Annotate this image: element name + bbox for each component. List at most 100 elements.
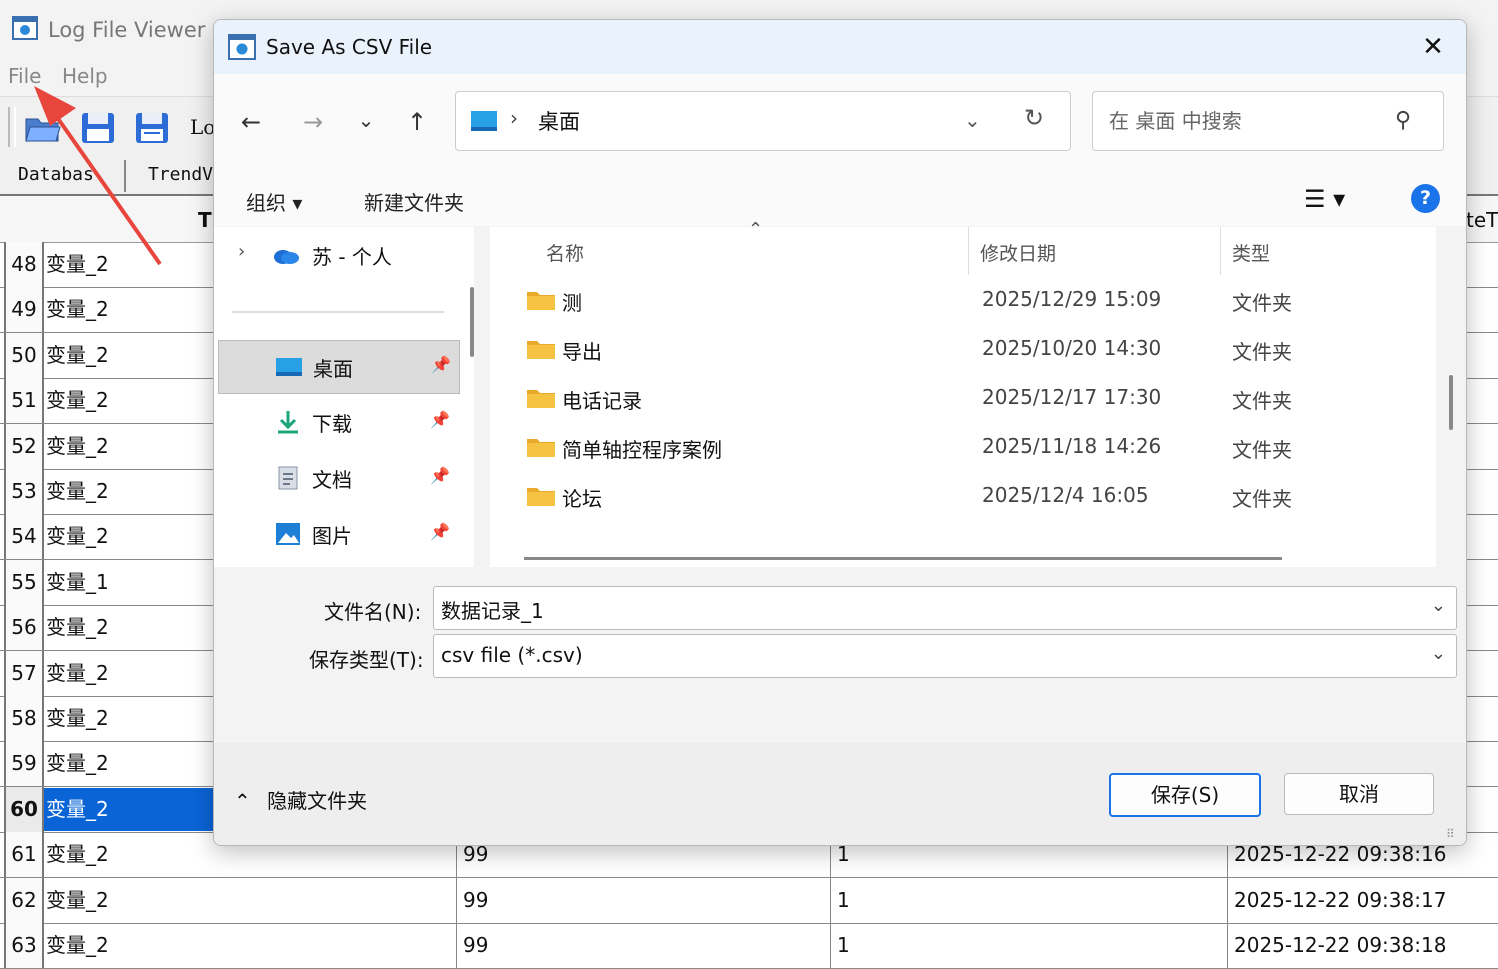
cancel-button[interactable]: 取消 (1284, 773, 1434, 815)
row-tag-name[interactable]: 变量_2 (46, 514, 109, 559)
file-date: 2025/10/20 14:30 (982, 336, 1162, 360)
row-number[interactable]: 57 (4, 650, 44, 696)
address-bar[interactable]: › 桌面 ⌄ ↻ (455, 91, 1071, 151)
chevron-down-icon[interactable]: ⌄ (1431, 595, 1446, 616)
row-value[interactable]: 99 (463, 878, 488, 923)
row-number[interactable]: 63 (4, 923, 44, 968)
forward-arrow-icon[interactable]: → (295, 108, 331, 136)
row-tag-name[interactable]: 变量_2 (46, 378, 109, 423)
refresh-icon[interactable]: ↻ (1024, 104, 1044, 132)
row-value[interactable]: 99 (463, 923, 488, 968)
pin-icon[interactable]: 📌 (430, 410, 450, 429)
filename-field[interactable]: 数据记录_1 ⌄ (433, 586, 1457, 630)
search-input[interactable] (1107, 106, 1391, 136)
folder-icon (527, 292, 555, 310)
row-number[interactable]: 50 (4, 332, 44, 378)
list-item[interactable]: 导出 2025/10/20 14:30 文件夹 (520, 324, 1430, 372)
nav-item-label: 桌面 (313, 357, 353, 381)
filename-value[interactable]: 数据记录_1 (441, 595, 544, 624)
column-header-type[interactable]: 类型 (1232, 239, 1270, 266)
file-name[interactable]: 电话记录 (562, 385, 642, 414)
row-quality[interactable]: 1 (837, 878, 850, 923)
new-folder-button[interactable]: 新建文件夹 (364, 187, 464, 216)
resize-grip-icon[interactable]: ⠿ (1446, 827, 1455, 841)
row-number[interactable]: 61 (4, 832, 44, 878)
file-date: 2025/12/4 16:05 (982, 483, 1149, 507)
pin-icon[interactable]: 📌 (430, 466, 450, 485)
search-box[interactable]: ⚲ (1092, 91, 1444, 151)
list-item[interactable]: 测 2025/12/29 15:09 文件夹 (520, 275, 1430, 323)
table-row[interactable]: 63 变量_2 99 1 2025-12-22 09:38:18 (0, 923, 1498, 969)
list-item[interactable]: 电话记录 2025/12/17 17:30 文件夹 (520, 373, 1430, 421)
pin-icon[interactable]: 📌 (431, 355, 451, 374)
table-row[interactable]: 62 变量_2 99 1 2025-12-22 09:38:17 (0, 877, 1498, 924)
row-number[interactable]: 60 (4, 786, 44, 832)
row-number[interactable]: 54 (4, 514, 44, 560)
nav-item-onedrive[interactable]: › 苏 - 个人 (218, 229, 458, 281)
list-item[interactable]: 简单轴控程序案例 2025/11/18 14:26 文件夹 (520, 422, 1430, 470)
close-button[interactable]: ✕ (1412, 28, 1454, 66)
row-tag-name[interactable]: 变量_2 (46, 469, 109, 514)
column-header-name[interactable]: 名称 (546, 239, 584, 266)
list-item[interactable]: 论坛 2025/12/4 16:05 文件夹 (520, 471, 1430, 519)
row-tag-name[interactable]: 变量_2 (46, 333, 109, 378)
row-number[interactable]: 56 (4, 605, 44, 651)
filetype-select[interactable]: csv file (*.csv) ⌄ (433, 634, 1457, 678)
column-header-date[interactable]: 修改日期 (980, 239, 1056, 266)
back-arrow-icon[interactable]: ← (233, 108, 269, 136)
row-tag-name[interactable]: 变量_2 (46, 923, 109, 968)
column-separator[interactable] (1220, 227, 1221, 275)
file-type: 文件夹 (1232, 487, 1292, 511)
file-list: ⌃ 名称 修改日期 类型 测 2025/12/29 15:09 文件夹 导出 2025/… (490, 219, 1436, 567)
nav-item-desktop[interactable]: 桌面 📌 (218, 340, 460, 394)
row-number[interactable]: 55 (4, 559, 44, 605)
hide-folders-toggle[interactable]: ⌃ 隐藏文件夹 (234, 785, 367, 814)
nav-scrollbar[interactable] (470, 287, 474, 357)
recent-locations-chevron-icon[interactable]: ⌄ (348, 108, 384, 132)
row-number[interactable]: 49 (4, 287, 44, 333)
row-tag-name[interactable]: 变量_2 (46, 424, 109, 469)
file-name[interactable]: 简单轴控程序案例 (562, 434, 722, 463)
nav-item-documents[interactable]: 文档 📌 (218, 452, 458, 504)
up-arrow-icon[interactable]: ↑ (399, 108, 435, 136)
row-tag-name[interactable]: 变量_2 (46, 605, 109, 650)
horizontal-scrollbar[interactable] (524, 557, 1282, 560)
row-tag-name[interactable]: 变量_2 (46, 696, 109, 741)
row-number[interactable]: 58 (4, 696, 44, 741)
row-number[interactable]: 59 (4, 741, 44, 787)
row-tag-name[interactable]: 变量_2 (46, 878, 109, 923)
row-tag-name[interactable]: 变量_2 (46, 787, 109, 832)
nav-item-downloads[interactable]: 下载 📌 (218, 396, 458, 448)
address-dropdown-icon[interactable]: ⌄ (964, 108, 981, 132)
file-name[interactable]: 测 (562, 287, 582, 316)
row-number[interactable]: 52 (4, 423, 44, 469)
row-tag-name[interactable]: 变量_1 (46, 560, 109, 605)
row-tag-name[interactable]: 变量_2 (46, 741, 109, 786)
expand-chevron-icon[interactable]: › (238, 241, 245, 262)
document-icon (278, 466, 298, 490)
row-number[interactable]: 53 (4, 469, 44, 514)
file-name[interactable]: 导出 (562, 336, 602, 365)
column-separator[interactable] (968, 227, 969, 275)
view-options-icon[interactable]: ☰ ▾ (1304, 185, 1345, 213)
breadcrumb-location[interactable]: 桌面 (538, 106, 580, 136)
row-timestamp[interactable]: 2025-12-22 09:38:17 (1234, 878, 1446, 923)
row-tag-name[interactable]: 变量_2 (46, 832, 109, 877)
row-tag-name[interactable]: 变量_2 (46, 287, 109, 332)
chevron-down-icon[interactable]: ⌄ (1431, 643, 1446, 664)
row-timestamp[interactable]: 2025-12-22 09:38:18 (1234, 923, 1446, 968)
row-number[interactable]: 62 (4, 877, 44, 923)
pin-icon[interactable]: 📌 (430, 522, 450, 541)
row-quality[interactable]: 1 (837, 923, 850, 968)
row-number[interactable]: 51 (4, 378, 44, 424)
organize-menu[interactable]: 组织 ▾ (246, 187, 302, 216)
file-name[interactable]: 论坛 (562, 483, 602, 512)
vertical-scrollbar[interactable] (1449, 375, 1453, 430)
nav-item-pictures[interactable]: 图片 📌 (218, 508, 458, 560)
help-icon[interactable]: ? (1411, 184, 1440, 213)
filetype-value[interactable]: csv file (*.csv) (441, 643, 583, 667)
search-icon[interactable]: ⚲ (1395, 108, 1411, 133)
folder-icon (527, 439, 555, 457)
row-tag-name[interactable]: 变量_2 (46, 651, 109, 696)
save-button[interactable]: 保存(S) (1109, 773, 1261, 817)
